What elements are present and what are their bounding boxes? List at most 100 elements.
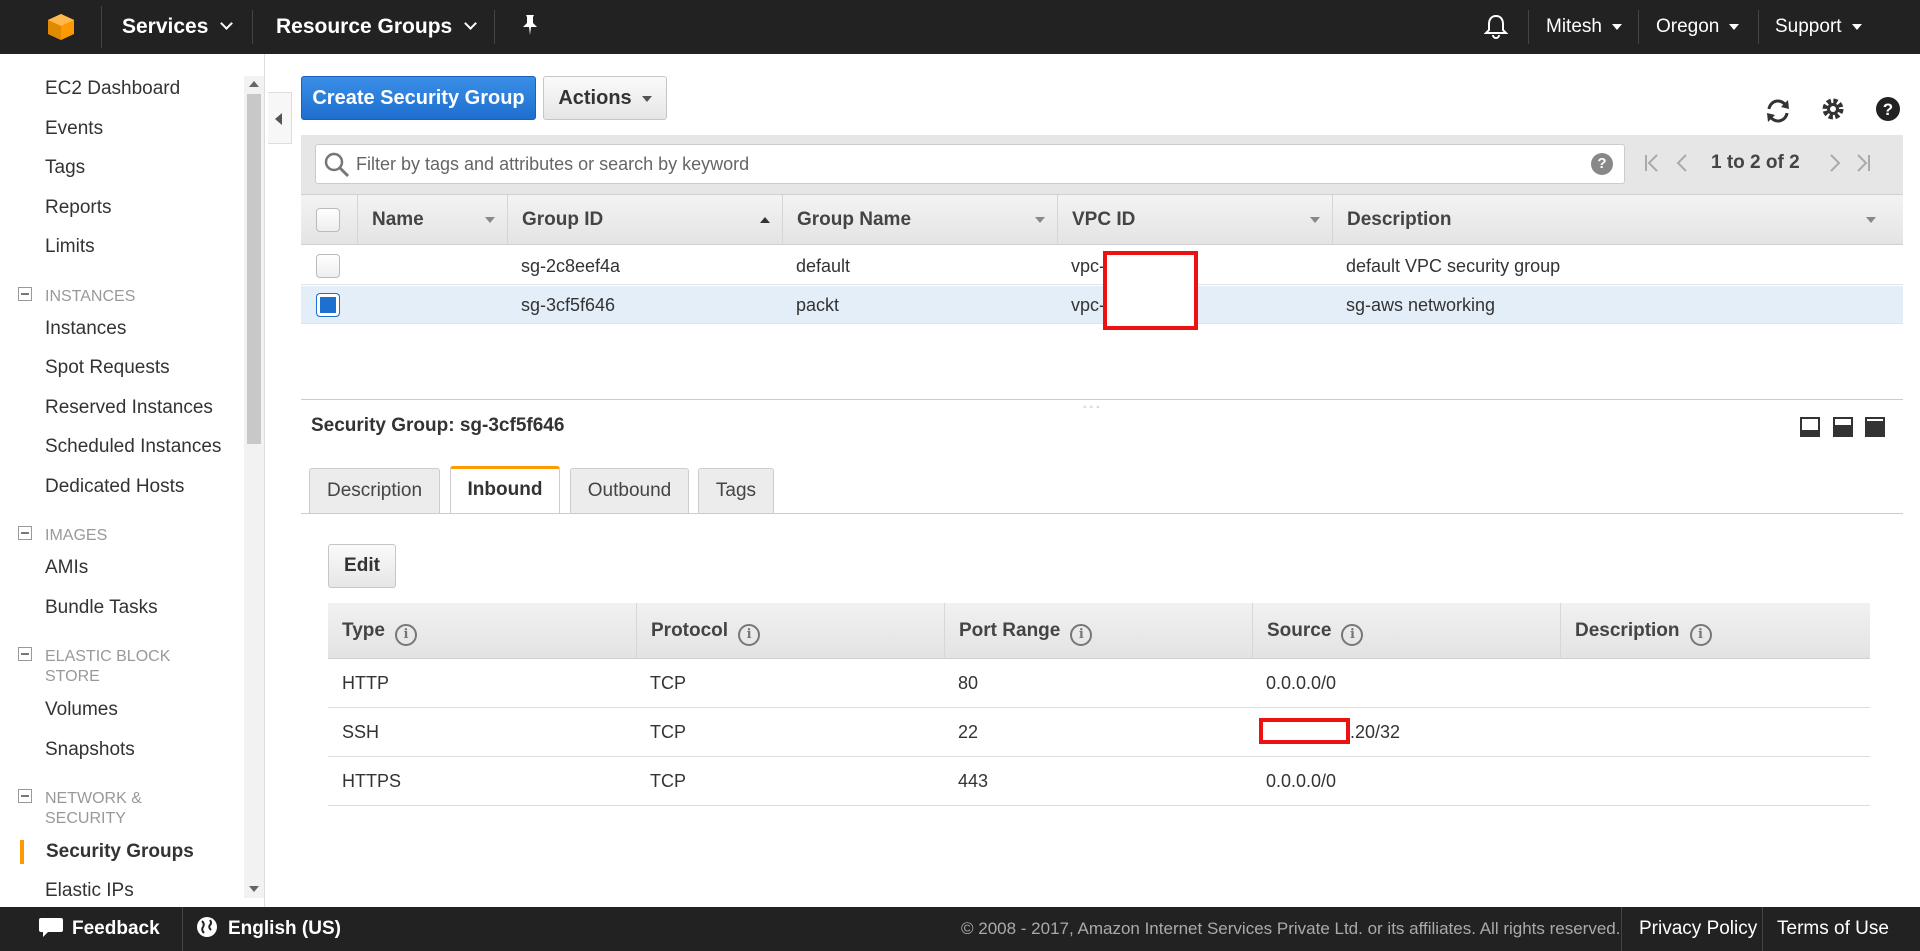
select-all-checkbox[interactable] — [316, 208, 340, 232]
support-menu[interactable]: Support — [1775, 0, 1862, 54]
first-page-icon[interactable] — [1643, 153, 1663, 173]
cell-vpc-id: vpc- — [1071, 295, 1106, 315]
section-label: NETWORK & SECURITY — [45, 790, 142, 827]
cell-port-range: 22 — [958, 722, 979, 742]
caret-down-icon — [641, 95, 652, 102]
info-icon[interactable]: i — [1341, 624, 1364, 646]
column-header-name[interactable]: Name — [357, 195, 507, 245]
tab-inbound[interactable]: Inbound — [450, 466, 560, 514]
collapse-minus-icon — [18, 789, 32, 803]
info-icon[interactable]: i — [1689, 624, 1712, 646]
info-icon[interactable]: i — [1070, 624, 1093, 646]
language-label: English (US) — [228, 918, 341, 939]
sidebar-item-bundle-tasks[interactable]: Bundle Tasks — [45, 597, 158, 619]
search-box: ? — [315, 144, 1625, 184]
pane-size-medium-icon[interactable] — [1833, 417, 1853, 437]
sidebar-scrollbar[interactable] — [244, 76, 264, 898]
column-label: Group ID — [522, 209, 604, 230]
info-icon[interactable]: i — [394, 624, 417, 646]
sidebar-section-network-security[interactable]: NETWORK & SECURITY — [18, 789, 142, 827]
refresh-icon[interactable] — [1763, 96, 1793, 126]
create-security-group-button[interactable]: Create Security Group — [301, 76, 536, 120]
aws-logo[interactable] — [12, 6, 102, 48]
sidebar-item-volumes[interactable]: Volumes — [45, 699, 118, 721]
tab-outbound[interactable]: Outbound — [570, 468, 689, 514]
scroll-down-arrow-icon[interactable] — [249, 886, 259, 892]
sidebar-item-reserved-instances[interactable]: Reserved Instances — [45, 397, 213, 419]
pin-icon[interactable] — [520, 14, 540, 40]
previous-page-icon[interactable] — [1675, 153, 1695, 173]
detail-pane-title: Security Group: sg-3cf5f646 — [311, 415, 565, 436]
sidebar-item-dedicated-hosts[interactable]: Dedicated Hosts — [45, 476, 184, 498]
filter-search-input[interactable] — [356, 151, 1556, 177]
edit-rules-button[interactable]: Edit — [328, 544, 396, 588]
column-label: VPC ID — [1072, 209, 1136, 230]
column-header-vpc-id[interactable]: VPC ID — [1057, 195, 1332, 245]
sidebar-item-instances[interactable]: Instances — [45, 318, 126, 340]
last-page-icon[interactable] — [1854, 153, 1874, 173]
sidebar-section-images[interactable]: IMAGES — [18, 526, 107, 544]
column-label: Source — [1267, 620, 1332, 641]
scroll-up-arrow-icon[interactable] — [249, 81, 259, 87]
row-checkbox[interactable] — [316, 254, 340, 278]
sidebar-item-security-groups[interactable]: Security Groups — [46, 841, 194, 863]
sidebar-section-elastic-block-store[interactable]: ELASTIC BLOCK STORE — [18, 647, 170, 685]
cell-port-range: 80 — [958, 673, 979, 693]
nav-divider — [1758, 10, 1759, 44]
scrollbar-thumb[interactable] — [247, 94, 261, 444]
sidebar-item-tags[interactable]: Tags — [45, 157, 85, 179]
column-header-description[interactable]: Description — [1332, 195, 1888, 245]
sidebar-item-scheduled-instances[interactable]: Scheduled Instances — [45, 436, 221, 458]
nav-divider — [1638, 10, 1639, 44]
terms-of-use-link[interactable]: Terms of Use — [1777, 907, 1889, 951]
redaction-box — [1259, 718, 1350, 744]
nav-divider — [252, 10, 253, 44]
sidebar-item-amis[interactable]: AMIs — [45, 557, 88, 579]
column-header-group-name[interactable]: Group Name — [782, 195, 1057, 245]
cell-source: 0.0.0.0/0 — [1266, 673, 1337, 693]
table-row[interactable]: sg-2c8eef4a default vpc- default VPC sec… — [301, 247, 1903, 285]
filter-help-icon[interactable]: ? — [1591, 153, 1613, 175]
collapse-minus-icon — [18, 287, 32, 301]
sidebar-item-limits[interactable]: Limits — [45, 236, 95, 258]
feedback-link[interactable]: Feedback — [38, 907, 160, 951]
sidebar-item-ec2-dashboard[interactable]: EC2 Dashboard — [45, 78, 180, 100]
user-menu[interactable]: Mitesh — [1546, 0, 1622, 54]
services-menu[interactable]: Services — [122, 0, 234, 54]
language-selector[interactable]: English (US) — [196, 907, 341, 951]
tab-description[interactable]: Description — [309, 468, 440, 514]
caret-down-icon — [1611, 23, 1622, 30]
collapse-sidebar-button[interactable] — [268, 92, 292, 144]
help-icon[interactable]: ? — [1875, 96, 1905, 126]
sidebar-item-reports[interactable]: Reports — [45, 197, 112, 219]
sidebar-item-spot-requests[interactable]: Spot Requests — [45, 357, 170, 379]
chat-bubble-icon — [39, 918, 63, 937]
next-page-icon[interactable] — [1828, 153, 1848, 173]
notifications-bell-icon[interactable] — [1483, 14, 1509, 40]
sidebar-section-instances[interactable]: INSTANCES — [18, 287, 135, 305]
nav-divider — [494, 10, 495, 44]
cell-group-name: packt — [796, 295, 840, 315]
column-header-group-id[interactable]: Group ID — [507, 195, 782, 245]
cell-description: default VPC security group — [1346, 256, 1561, 276]
services-label: Services — [122, 15, 209, 38]
settings-gear-icon[interactable] — [1820, 96, 1850, 126]
section-label: ELASTIC BLOCK STORE — [45, 648, 171, 685]
actions-button[interactable]: Actions — [543, 76, 667, 120]
top-navigation-bar: Services Resource Groups Mitesh Oregon S… — [0, 0, 1920, 54]
splitter-handle-icon[interactable]: ◦◦◦ — [1083, 402, 1103, 413]
sidebar-item-snapshots[interactable]: Snapshots — [45, 739, 135, 761]
pane-size-large-icon[interactable] — [1865, 417, 1885, 437]
tab-tags[interactable]: Tags — [698, 468, 774, 514]
resource-groups-menu[interactable]: Resource Groups — [276, 0, 478, 54]
region-menu[interactable]: Oregon — [1656, 0, 1740, 54]
row-checkbox-checked[interactable] — [316, 293, 340, 317]
sidebar-item-events[interactable]: Events — [45, 118, 103, 140]
table-row-selected[interactable]: sg-3cf5f646 packt vpc- sg-aws networking — [301, 286, 1903, 324]
info-icon[interactable]: i — [738, 624, 761, 646]
privacy-policy-link[interactable]: Privacy Policy — [1639, 907, 1757, 951]
cell-description — [1560, 757, 1574, 806]
sidebar-item-elastic-ips[interactable]: Elastic IPs — [45, 880, 134, 902]
pane-splitter[interactable] — [301, 399, 1903, 400]
pane-size-small-icon[interactable] — [1800, 417, 1820, 437]
